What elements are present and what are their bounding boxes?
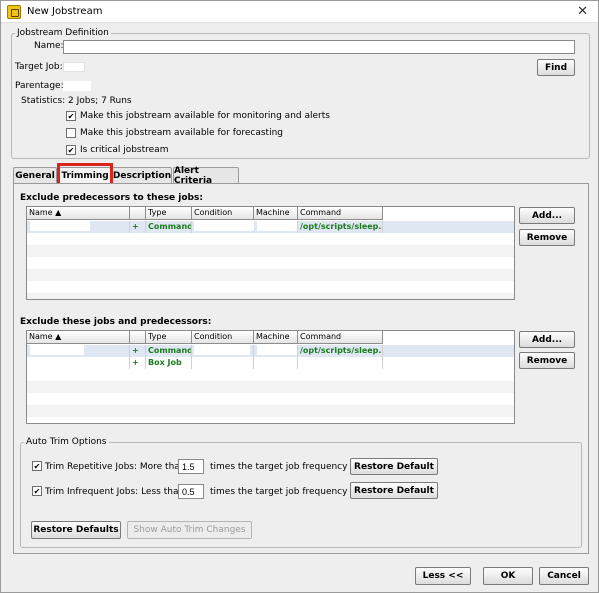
column-name[interactable]: Name ▲ — [27, 207, 130, 220]
column-type[interactable]: Type — [146, 331, 192, 344]
trim-repetitive-label: Trim Repetitive Jobs: More than — [45, 462, 186, 472]
column-command[interactable]: Command — [298, 207, 383, 220]
predecessors-table-header: Name ▲ Type Condition Machine Command — [27, 207, 514, 220]
restore-defaults-button[interactable]: Restore Defaults — [31, 521, 121, 539]
column-expander[interactable] — [130, 207, 146, 220]
jobstream-definition-legend: Jobstream Definition — [17, 28, 109, 38]
row-expander[interactable]: + — [130, 221, 146, 233]
window-title: New Jobstream — [27, 6, 103, 17]
trim-infrequent-checkbox[interactable]: ✔ — [32, 486, 42, 496]
tab-alert-criteria[interactable]: Alert Criteria — [173, 166, 239, 186]
predecessors-remove-button[interactable]: Remove — [519, 229, 575, 246]
row-type: Command — [148, 345, 192, 357]
restore-default-repetitive-button[interactable]: Restore Default — [350, 458, 438, 475]
jobstream-dialog: New Jobstream ✕ Jobstream Definition Nam… — [0, 0, 599, 593]
empty-row-stripe — [27, 269, 514, 281]
redacted-row-machine — [257, 345, 297, 355]
find-button[interactable]: Find — [537, 59, 575, 76]
critical-checkbox[interactable]: ✔ — [66, 145, 76, 155]
empty-row-stripe — [27, 405, 514, 417]
name-label: Name: — [34, 41, 64, 51]
less-button[interactable]: Less << — [415, 567, 471, 585]
parentage-value — [63, 81, 91, 91]
redacted-row-name — [30, 221, 90, 231]
close-icon[interactable]: ✕ — [577, 4, 588, 19]
trim-repetitive-checkbox[interactable]: ✔ — [32, 461, 42, 471]
column-name[interactable]: Name ▲ — [27, 331, 130, 344]
critical-label: Is critical jobstream — [80, 145, 169, 155]
jobs-title: Exclude these jobs and predecessors: — [20, 317, 212, 327]
column-condition[interactable]: Condition — [192, 331, 254, 344]
column-expander[interactable] — [130, 331, 146, 344]
row-command: /opt/scripts/sleep.pl — [300, 345, 383, 357]
name-input[interactable] — [63, 40, 575, 54]
auto-trim-legend: Auto Trim Options — [26, 437, 107, 447]
row-command — [298, 357, 383, 369]
empty-row-stripe — [27, 381, 514, 393]
statistics-text: Statistics: 2 Jobs; 7 Runs — [21, 96, 132, 106]
app-icon — [7, 5, 21, 19]
redacted-row-condition — [194, 357, 250, 367]
tab-trimming[interactable]: Trimming — [59, 167, 111, 184]
column-condition[interactable]: Condition — [192, 207, 254, 220]
jobs-remove-button[interactable]: Remove — [519, 352, 575, 369]
column-machine[interactable]: Machine — [254, 331, 298, 344]
tab-description[interactable]: Description — [112, 167, 172, 183]
redacted-row-name — [30, 357, 84, 367]
empty-row-stripe — [27, 293, 514, 299]
cancel-button[interactable]: Cancel — [539, 567, 589, 585]
title-bar: New Jobstream ✕ — [1, 1, 598, 23]
redacted-row-machine — [257, 221, 297, 231]
row-expander[interactable]: + — [130, 357, 146, 369]
restore-default-infrequent-button[interactable]: Restore Default — [350, 482, 438, 499]
column-command[interactable]: Command — [298, 331, 383, 344]
redacted-row-name — [30, 345, 84, 355]
predecessors-add-button[interactable]: Add... — [519, 207, 575, 224]
infrequent-suffix: times the target job frequency — [210, 487, 348, 497]
infrequent-threshold-input[interactable] — [178, 484, 204, 499]
table-row[interactable]: + Box Job — [27, 357, 514, 369]
row-command: /opt/scripts/sleep.pl — [300, 221, 383, 233]
target-job-value — [63, 62, 85, 72]
column-type[interactable]: Type — [146, 207, 192, 220]
monitoring-label: Make this jobstream available for monito… — [80, 111, 330, 121]
parentage-label: Parentage: — [15, 81, 64, 91]
target-job-label: Target Job: — [15, 62, 63, 72]
column-machine[interactable]: Machine — [254, 207, 298, 220]
row-expander[interactable]: + — [130, 345, 146, 357]
repetitive-suffix: times the target job frequency — [210, 462, 348, 472]
row-type: Command — [148, 221, 192, 233]
monitoring-checkbox[interactable]: ✔ — [66, 111, 76, 121]
jobs-add-button[interactable]: Add... — [519, 331, 575, 348]
show-auto-trim-changes-button[interactable]: Show Auto Trim Changes — [127, 521, 252, 539]
row-machine — [254, 357, 298, 369]
repetitive-threshold-input[interactable] — [178, 459, 204, 474]
redacted-row-condition — [194, 221, 254, 231]
ok-button[interactable]: OK — [483, 567, 533, 585]
tab-general[interactable]: General — [13, 167, 57, 183]
forecasting-label: Make this jobstream available for foreca… — [80, 128, 284, 138]
jobs-table-header: Name ▲ Type Condition Machine Command — [27, 331, 514, 344]
trim-infrequent-label: Trim Infrequent Jobs: Less than — [45, 487, 185, 497]
redacted-name — [67, 42, 111, 52]
redacted-row-condition — [194, 345, 250, 355]
forecasting-checkbox[interactable] — [66, 128, 76, 138]
predecessors-title: Exclude predecessors to these jobs: — [20, 193, 203, 203]
empty-row-stripe — [27, 245, 514, 257]
row-type: Box Job — [146, 357, 192, 369]
